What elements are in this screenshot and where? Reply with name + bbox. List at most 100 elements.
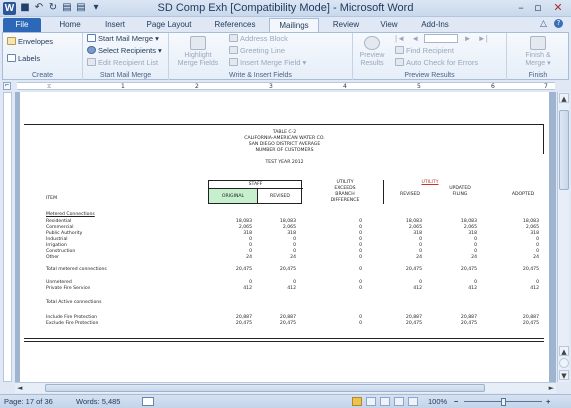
previous-page-button[interactable]: ▲ [559, 346, 569, 356]
scroll-left-button[interactable]: ◄ [17, 384, 22, 392]
tab-add-ins[interactable]: Add-Ins [414, 18, 456, 32]
tab-selector[interactable]: ⌐ [3, 82, 11, 90]
highlight-merge-fields-button[interactable]: Highlight Merge Fields [173, 36, 223, 68]
zoom-level[interactable]: 100% [428, 397, 447, 406]
recipients-icon [87, 46, 96, 54]
labels-button[interactable]: Labels [7, 54, 40, 64]
cell-adopted: 20,475 [522, 267, 539, 272]
cell-original: 20,475 [235, 321, 252, 326]
word-count[interactable]: Words: 5,485 [76, 397, 120, 406]
cell-original: 412 [243, 286, 252, 291]
group-label-create: Create [31, 72, 53, 79]
cell-adopted: 412 [530, 286, 539, 291]
tab-file[interactable]: File [3, 18, 41, 32]
scroll-up-button[interactable]: ▲ [559, 93, 569, 103]
greeting-line-button[interactable]: Greeting Line [229, 46, 285, 56]
previous-record-icon[interactable]: ◄ [411, 34, 419, 43]
row-item: Other [46, 255, 60, 260]
window-title: SD Comp Exh [Compatibility Mode] - Micro… [157, 2, 414, 14]
finish-merge-icon [530, 36, 546, 50]
next-page-button[interactable]: ▼ [559, 370, 569, 380]
select-browse-object-button[interactable] [559, 358, 569, 368]
ruler-number: 5 [417, 83, 421, 90]
document-workspace[interactable]: TABLE C-2 CALIFORNIA-AMERICAN WATER CO. … [15, 92, 556, 382]
tab-home[interactable]: Home [52, 18, 88, 32]
zoom-slider-thumb[interactable] [501, 398, 506, 406]
vertical-scroll-thumb[interactable] [559, 110, 569, 190]
cell-updated: 412 [468, 286, 477, 291]
zoom-out-button[interactable]: − [454, 397, 458, 406]
tab-review[interactable]: Review [326, 18, 366, 32]
cell-revised: 412 [413, 286, 422, 291]
minimize-button[interactable]: – [513, 1, 529, 14]
edit-recipient-list-button[interactable]: Edit Recipient List [87, 58, 158, 68]
group-label-preview-results: Preview Results [404, 72, 455, 79]
labels-icon [7, 54, 16, 62]
cell-difference: 0 [359, 321, 362, 326]
address-block-button[interactable]: Address Block [229, 34, 288, 44]
ruler-number: 4 [343, 83, 347, 90]
close-button[interactable]: ✕ [550, 1, 566, 14]
find-icon [395, 46, 404, 54]
vertical-scrollbar[interactable]: ▲ ▲ ▼ [557, 92, 569, 382]
last-record-icon[interactable]: ►| [478, 34, 488, 43]
scroll-right-button[interactable]: ► [549, 384, 554, 392]
vertical-ruler[interactable] [3, 92, 12, 382]
preview-results-button[interactable]: Preview Results [356, 36, 388, 68]
zoom-in-button[interactable]: + [546, 397, 550, 406]
horizontal-ruler[interactable]: ⧖ 1 2 3 4 5 6 7 [17, 82, 555, 90]
ruler-number: 2 [195, 83, 199, 90]
cell-revised-staff: 20,475 [279, 321, 296, 326]
cell-updated: 20,475 [460, 321, 477, 326]
tab-references[interactable]: References [208, 18, 262, 32]
draft-view-icon[interactable] [408, 397, 418, 406]
start-mail-merge-button[interactable]: Start Mail Merge ▾ [87, 34, 159, 44]
tab-view[interactable]: View [372, 18, 406, 32]
ruler-number: 1 [121, 83, 125, 90]
bottom-rule [24, 338, 544, 339]
tab-page-layout[interactable]: Page Layout [141, 18, 197, 32]
cell-difference: 0 [359, 255, 362, 260]
full-screen-reading-icon[interactable] [366, 397, 376, 406]
page-indicator[interactable]: Page: 17 of 36 [4, 397, 53, 406]
horizontal-scrollbar[interactable]: ◄ ► [15, 382, 556, 393]
horizontal-scroll-thumb[interactable] [45, 384, 485, 392]
group-finish: Finish & Merge ▾ Finish [507, 33, 569, 80]
cell-adopted: 24 [533, 255, 539, 260]
web-layout-icon[interactable] [380, 397, 390, 406]
next-record-icon[interactable]: ► [464, 34, 472, 43]
maximize-button[interactable]: ▫ [530, 1, 546, 14]
envelopes-button[interactable]: Envelopes [7, 37, 53, 47]
title-bar: W ■ ↶ ↻ ▤ ▤ ▾ SD Comp Exh [Compatibility… [0, 0, 571, 17]
proofing-icon[interactable] [142, 397, 154, 406]
col-utility-exceeds-4: DIFFERENCE [330, 198, 360, 203]
tab-mailings[interactable]: Mailings [269, 18, 319, 32]
col-original: ORIGINAL [221, 194, 245, 199]
select-recipients-button[interactable]: Select Recipients ▾ [87, 46, 162, 56]
cell-difference: 0 [359, 286, 362, 291]
cell-updated: 24 [471, 255, 477, 260]
test-year: TEST YEAR 2012 [265, 160, 304, 165]
bottom-rule-double [24, 341, 544, 342]
first-record-icon[interactable]: |◄ [395, 34, 405, 43]
outline-view-icon[interactable] [394, 397, 404, 406]
finish-merge-button[interactable]: Finish & Merge ▾ [513, 36, 563, 68]
help-icon[interactable]: ? [554, 19, 563, 28]
ruler-number: 3 [269, 83, 273, 90]
find-recipient-button[interactable]: Find Recipient [395, 46, 454, 56]
auto-check-errors-button[interactable]: Auto Check for Errors [395, 58, 478, 68]
cell-difference: 0 [359, 267, 362, 272]
table-row-exclude-fire: Exclude Fire Protection 20,475 20,475 0 … [20, 321, 549, 327]
row-item: Private Fire Service [46, 286, 91, 291]
minimize-ribbon-icon[interactable]: △ [540, 19, 547, 29]
insert-merge-field-button[interactable]: Insert Merge Field ▾ [229, 58, 306, 68]
envelope-icon [7, 37, 16, 45]
document-page[interactable]: TABLE C-2 CALIFORNIA-AMERICAN WATER CO. … [20, 92, 549, 382]
ribbon-tabs: File Home Insert Page Layout References … [0, 17, 571, 32]
tab-insert[interactable]: Insert [96, 18, 134, 32]
edit-list-icon [87, 58, 96, 66]
record-number-input[interactable] [424, 34, 459, 43]
print-layout-view-icon[interactable] [352, 397, 362, 406]
group-write-insert-fields: Highlight Merge Fields Address Block Gre… [169, 33, 353, 80]
ruler-indent-marker[interactable]: ⧖ [47, 83, 51, 91]
